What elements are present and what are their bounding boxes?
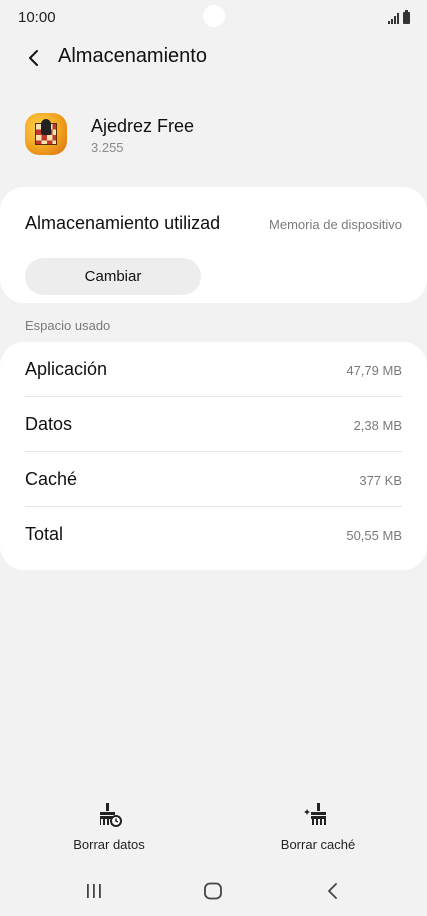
change-button[interactable]: Cambiar [25,258,201,295]
broom-clock-icon [100,803,122,827]
usage-row-app: Aplicación 47,79 MB [0,342,427,397]
app-name: Ajedrez Free [91,116,195,136]
clear-cache-button[interactable]: Borrar caché [248,800,388,860]
bottom-actions: Borrar datos Borrar caché [0,800,427,860]
usage-row-value: 50,55 MB [346,528,402,543]
home-icon [204,882,222,900]
app-version: 3.255 [91,140,124,155]
battery-icon [403,10,410,24]
usage-row-total: Total 50,55 MB [0,507,427,562]
navigation-bar [0,868,427,916]
status-bar: 10:00 [0,0,427,34]
usage-row-value: 377 KB [359,473,402,488]
usage-row-label: Total [25,524,64,544]
recents-button[interactable] [74,876,114,906]
usage-row-label: Caché [25,469,78,489]
section-label-used-space: Espacio usado [25,318,111,333]
camera-cutout [203,5,225,27]
storage-used-label: Almacenamiento utilizad [25,213,221,233]
clear-data-label: Borrar datos [73,837,145,852]
usage-row-label: Aplicación [25,359,108,379]
storage-location-card: Almacenamiento utilizad Memoria de dispo… [0,187,427,303]
nav-back-button[interactable] [313,876,353,906]
app-info: Ajedrez Free 3.255 [0,108,427,164]
status-icons [388,10,410,24]
usage-card: Aplicación 47,79 MB Datos 2,38 MB Caché … [0,342,427,570]
storage-location-value: Memoria de dispositivo [269,217,402,232]
storage-screen: 10:00 Almacenamiento Ajedrez Free 3.255 … [0,0,427,916]
clear-cache-label: Borrar caché [280,837,356,852]
usage-row-value: 2,38 MB [353,418,402,433]
signal-icon [388,12,399,24]
back-button[interactable] [18,42,50,74]
chevron-left-icon [29,50,38,66]
usage-row-data: Datos 2,38 MB [0,397,427,452]
back-icon [328,883,337,899]
page-title: Almacenamiento [58,45,207,67]
header: Almacenamiento [0,38,427,76]
broom-sparkle-icon [304,803,326,825]
clear-data-button[interactable]: Borrar datos [39,800,179,860]
recents-icon [87,884,101,898]
usage-row-value: 47,79 MB [346,363,402,378]
chess-app-icon [25,113,67,155]
home-button[interactable] [193,876,233,906]
usage-row-cache: Caché 377 KB [0,452,427,507]
status-time: 10:00 [18,9,56,26]
usage-row-label: Datos [25,414,73,434]
